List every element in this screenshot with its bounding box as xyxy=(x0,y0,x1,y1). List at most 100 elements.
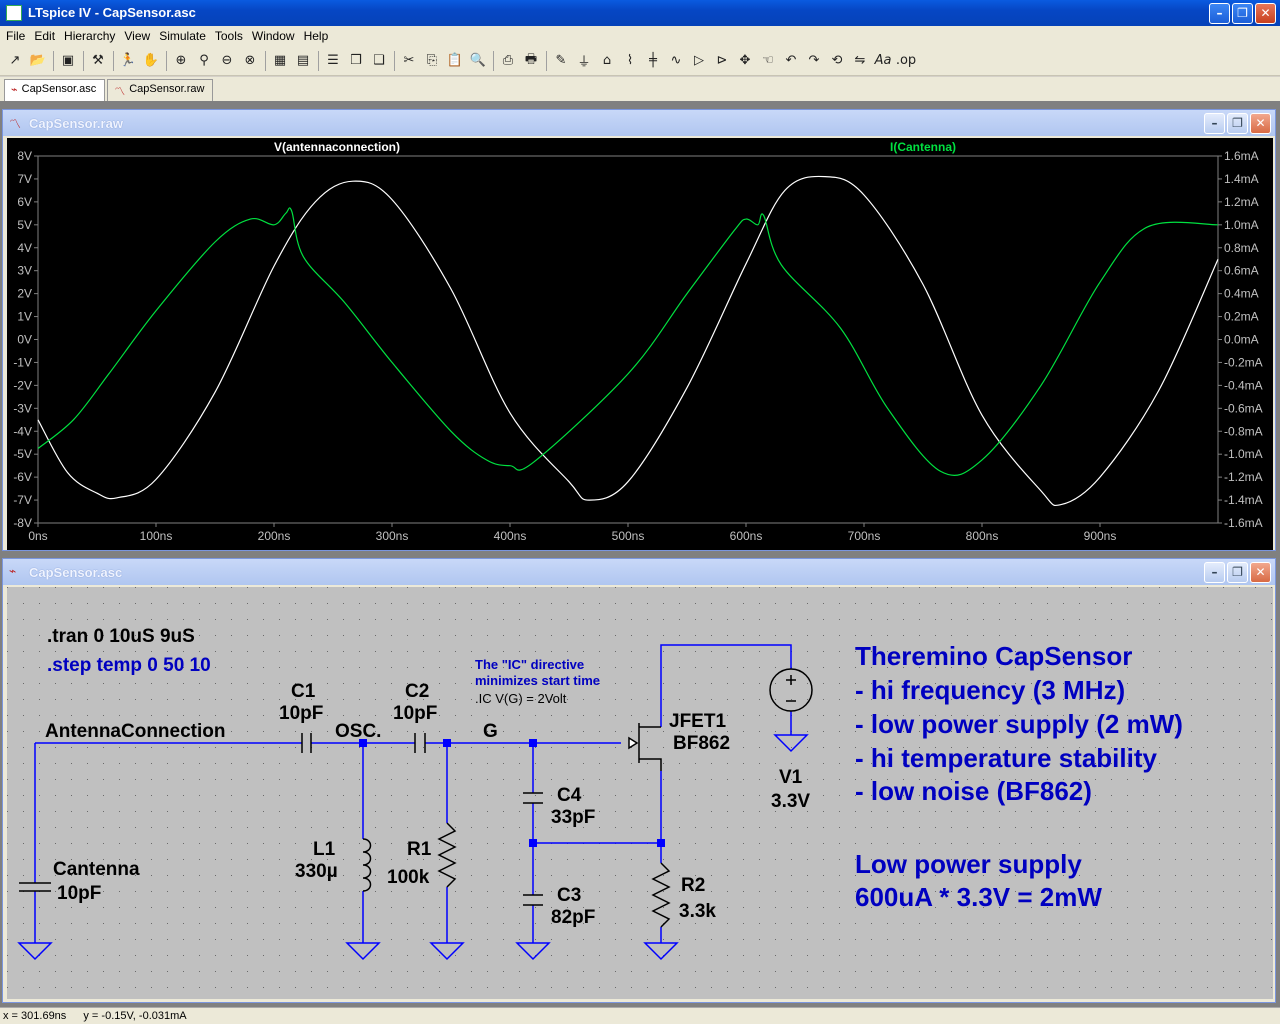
pan-icon[interactable]: ⚲ xyxy=(193,50,215,72)
note-hi-frequency[interactable]: - hi frequency (3 MHz) xyxy=(855,675,1125,705)
net-label-antennaconnection[interactable]: AntennaConnection xyxy=(45,721,226,742)
zoom-out-icon[interactable]: ⊖ xyxy=(216,50,238,72)
note-title[interactable]: Theremino CapSensor xyxy=(855,641,1132,671)
capacitor-icon[interactable]: ╪ xyxy=(642,50,664,72)
r1-value[interactable]: 100k xyxy=(387,867,430,888)
minimize-button[interactable]: – xyxy=(1209,3,1230,24)
maximize-button[interactable]: ❐ xyxy=(1232,3,1253,24)
find-icon[interactable]: 🔍 xyxy=(467,50,489,72)
menu-help[interactable]: Help xyxy=(301,26,335,46)
r1-ref[interactable]: R1 xyxy=(407,839,432,860)
copy-icon[interactable]: ⎘ xyxy=(421,50,443,72)
c4-ref[interactable]: C4 xyxy=(557,785,582,806)
menu-hierarchy[interactable]: Hierarchy xyxy=(61,26,121,46)
cascade-icon[interactable]: ❒ xyxy=(345,50,367,72)
l1-ref[interactable]: L1 xyxy=(313,839,336,860)
c4-value[interactable]: 33pF xyxy=(551,807,595,828)
jfet1-value[interactable]: BF862 xyxy=(673,733,730,754)
c1-ref[interactable]: C1 xyxy=(291,681,316,702)
schematic-minimize-button[interactable]: – xyxy=(1204,562,1225,583)
trace-i-cantenna[interactable] xyxy=(37,207,1219,476)
inductor-icon[interactable]: ∿ xyxy=(665,50,687,72)
component-icon[interactable]: ⊳ xyxy=(711,50,733,72)
note-power-calculation[interactable]: 600uA * 3.3V = 2mW xyxy=(855,882,1102,912)
trace-label-i-cantenna[interactable]: I(Cantenna) xyxy=(890,140,956,154)
run-icon[interactable]: 🏃 xyxy=(117,50,139,72)
tile-vertical-icon[interactable]: ❑ xyxy=(368,50,390,72)
waveform-maximize-button[interactable]: ❐ xyxy=(1227,113,1248,134)
ground-icon[interactable]: ⏚ xyxy=(573,50,595,72)
tran-directive[interactable]: .tran 0 10uS 9uS xyxy=(47,626,195,647)
print-icon[interactable]: 🖶 xyxy=(520,50,542,72)
c2-value[interactable]: 10pF xyxy=(393,703,437,724)
v1-ref[interactable]: V1 xyxy=(779,767,803,788)
rotate-icon[interactable]: ⟲ xyxy=(826,50,848,72)
c1-value[interactable]: 10pF xyxy=(279,703,323,724)
ic-comment-line-2[interactable]: minimizes start time xyxy=(475,673,600,688)
tab-capsensor-raw[interactable]: 〽 CapSensor.raw xyxy=(107,79,214,101)
trace-label-v-antennaconnection[interactable]: V(antennaconnection) xyxy=(274,140,400,154)
c2-ref[interactable]: C2 xyxy=(405,681,429,702)
r2-ref[interactable]: R2 xyxy=(681,875,705,896)
r2-value[interactable]: 3.3k xyxy=(679,901,716,922)
paste-icon[interactable]: 📋 xyxy=(444,50,466,72)
redo-icon[interactable]: ↷ xyxy=(803,50,825,72)
schematic-close-button[interactable]: ✕ xyxy=(1250,562,1271,583)
menu-edit[interactable]: Edit xyxy=(31,26,61,46)
schematic-canvas[interactable]: .tran 0 10uS 9uS .step temp 0 50 10 The … xyxy=(7,587,1273,999)
jfet1-ref[interactable]: JFET1 xyxy=(669,711,726,732)
net-label-g[interactable]: G xyxy=(483,721,498,742)
c3-ref[interactable]: C3 xyxy=(557,885,581,906)
cantenna-ref[interactable]: Cantenna xyxy=(53,859,140,880)
text-icon[interactable]: Aa xyxy=(872,50,894,72)
close-button[interactable]: ✕ xyxy=(1255,3,1276,24)
schematic-drawing[interactable]: .tran 0 10uS 9uS .step temp 0 50 10 The … xyxy=(7,587,1273,999)
autorange-icon[interactable]: ▦ xyxy=(269,50,291,72)
menu-tools[interactable]: Tools xyxy=(212,26,249,46)
open-folder-icon[interactable]: 📂 xyxy=(27,50,49,72)
resistor-icon[interactable]: ⌇ xyxy=(619,50,641,72)
step-directive[interactable]: .step temp 0 50 10 xyxy=(47,655,211,676)
trace-v-antennaconnection[interactable] xyxy=(37,175,1219,507)
open-schematic-icon[interactable]: ↗ xyxy=(4,50,26,72)
waveform-chart[interactable]: V(antennaconnection) I(Cantenna) 8V 7V 6V 5… xyxy=(7,138,1273,550)
tile-horizontal-icon[interactable]: ☰ xyxy=(322,50,344,72)
net-label-osc[interactable]: OSC. xyxy=(335,721,381,742)
ic-directive[interactable]: .IC V(G) = 2Volt xyxy=(475,691,567,706)
v1-value[interactable]: 3.3V xyxy=(771,791,810,812)
note-temperature[interactable]: - hi temperature stability xyxy=(855,743,1157,773)
tab-capsensor-asc[interactable]: ⌁ CapSensor.asc xyxy=(4,79,106,101)
undo-icon[interactable]: ↶ xyxy=(780,50,802,72)
control-panel-icon[interactable]: ⚒ xyxy=(87,50,109,72)
menu-file[interactable]: File xyxy=(3,26,31,46)
draw-wire-icon[interactable]: ✎ xyxy=(550,50,572,72)
l1-value[interactable]: 330µ xyxy=(295,861,338,882)
grid-icon[interactable]: ▤ xyxy=(292,50,314,72)
waveform-close-button[interactable]: ✕ xyxy=(1250,113,1271,134)
cantenna-value[interactable]: 10pF xyxy=(57,883,101,904)
cut-icon[interactable]: ✂ xyxy=(398,50,420,72)
print-setup-icon[interactable]: ⎙ xyxy=(497,50,519,72)
menu-simulate[interactable]: Simulate xyxy=(156,26,212,46)
note-low-noise[interactable]: - low noise (BF862) xyxy=(855,776,1092,806)
move-icon[interactable]: ✥ xyxy=(734,50,756,72)
schematic-maximize-button[interactable]: ❐ xyxy=(1227,562,1248,583)
drag-icon[interactable]: ☜ xyxy=(757,50,779,72)
zoom-in-icon[interactable]: ⊕ xyxy=(170,50,192,72)
zoom-cancel-icon[interactable]: ⊗ xyxy=(239,50,261,72)
note-power-supply-heading[interactable]: Low power supply xyxy=(855,849,1082,879)
label-net-icon[interactable]: ⌂ xyxy=(596,50,618,72)
schematic-window-titlebar[interactable]: ⌁ CapSensor.asc – ❐ ✕ xyxy=(3,559,1275,585)
menu-view[interactable]: View xyxy=(121,26,156,46)
c3-value[interactable]: 82pF xyxy=(551,907,595,928)
spice-directive-icon[interactable]: .op xyxy=(895,50,917,72)
menu-window[interactable]: Window xyxy=(249,26,301,46)
note-low-power[interactable]: - low power supply (2 mW) xyxy=(855,709,1183,739)
waveform-minimize-button[interactable]: – xyxy=(1204,113,1225,134)
diode-icon[interactable]: ▷ xyxy=(688,50,710,72)
waveform-plot-pane[interactable]: V(antennaconnection) I(Cantenna) 8V 7V 6V 5… xyxy=(7,138,1273,550)
save-icon[interactable]: ▣ xyxy=(57,50,79,72)
mirror-icon[interactable]: ⇋ xyxy=(849,50,871,72)
waveform-window-titlebar[interactable]: 〽 CapSensor.raw – ❐ ✕ xyxy=(3,110,1275,136)
ic-comment-line-1[interactable]: The "IC" directive xyxy=(475,657,584,672)
